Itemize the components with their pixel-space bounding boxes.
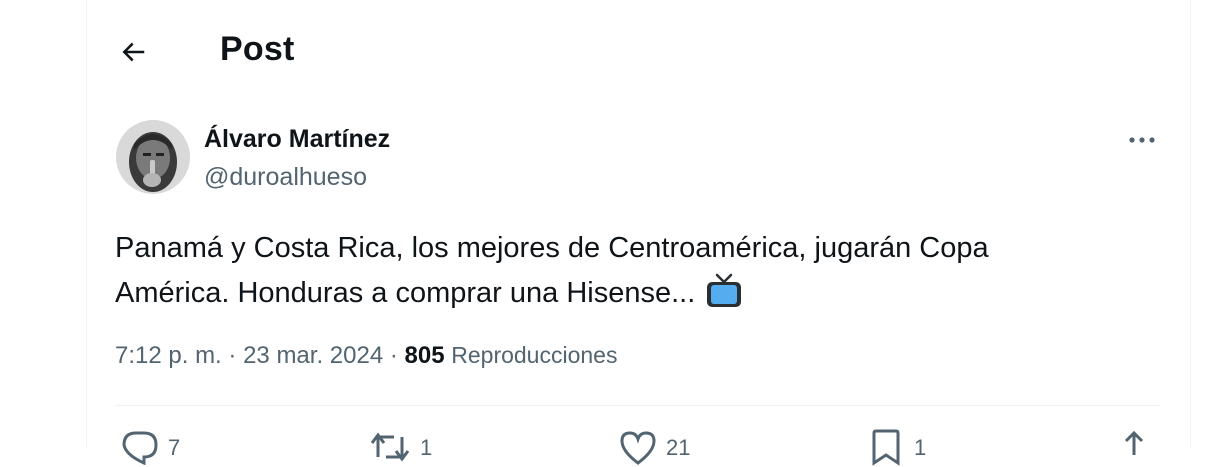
like-count: 21	[666, 435, 691, 460]
more-horizontal-icon	[1129, 137, 1155, 143]
post-text-line-2: América. Honduras a comprar una Hisense.…	[115, 271, 1175, 324]
views-label: Reproducciones	[451, 342, 618, 368]
meta-separator: ·	[389, 342, 398, 369]
reply-count: 7	[168, 435, 181, 460]
page-header: Post	[87, 0, 1190, 104]
post-text-line-1: Panamá y Costa Rica, los mejores de Cent…	[115, 232, 989, 264]
post-text: Panamá y Costa Rica, los mejores de Cent…	[115, 226, 1175, 324]
heart-icon	[620, 431, 656, 465]
author-name[interactable]: Álvaro Martínez	[204, 125, 390, 154]
bookmark-count: 1	[914, 435, 927, 460]
back-button[interactable]	[105, 24, 161, 80]
television-icon	[705, 272, 743, 324]
column-right-border	[1190, 0, 1191, 447]
share-icon	[1124, 430, 1144, 455]
author-handle[interactable]: @duroalhueso	[204, 163, 367, 192]
share-button[interactable]	[1114, 427, 1154, 467]
avatar[interactable]	[116, 120, 190, 194]
arrow-left-icon	[122, 42, 145, 62]
reply-button[interactable]: 7	[120, 427, 180, 467]
repost-icon	[370, 432, 410, 462]
like-button[interactable]: 21	[618, 427, 690, 467]
post-date[interactable]: 23 mar. 2024	[243, 342, 383, 369]
repost-count: 1	[420, 435, 433, 460]
post-meta: 7:12 p. m. · 23 mar. 2024 · 805 Reproduc…	[115, 342, 617, 370]
bookmark-icon	[872, 429, 900, 466]
bookmark-button[interactable]: 1	[866, 427, 926, 467]
divider	[115, 405, 1160, 406]
post-time[interactable]: 7:12 p. m.	[115, 342, 222, 369]
repost-button[interactable]: 1	[368, 427, 432, 467]
more-options-button[interactable]	[1120, 125, 1164, 155]
views-count: 805	[404, 342, 445, 369]
meta-separator: ·	[228, 342, 237, 369]
page-title: Post	[220, 30, 295, 68]
reply-icon	[122, 431, 158, 466]
